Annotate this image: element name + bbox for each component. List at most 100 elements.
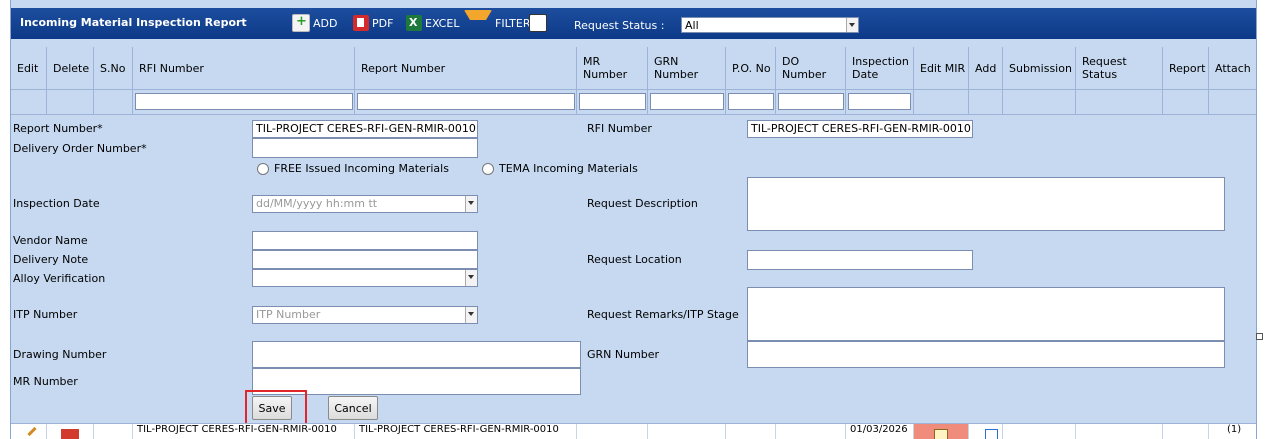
- sno-cell: [94, 424, 133, 439]
- grid-header: Edit Delete S.No RFI Number Report Numbe…: [11, 47, 1256, 90]
- alloy-verification-label: Alloy Verification: [13, 272, 106, 285]
- col-do-number[interactable]: DO Number: [776, 47, 846, 89]
- inspection-date-filter-input[interactable]: [848, 93, 911, 110]
- mr-number-label: MR Number: [13, 375, 78, 388]
- filter-cell: [355, 90, 577, 114]
- add-button[interactable]: ADD: [292, 13, 337, 33]
- filter-cell: [969, 90, 1003, 114]
- drawing-number-field[interactable]: [252, 341, 581, 368]
- itp-number-label: ITP Number: [13, 308, 78, 321]
- request-location-field[interactable]: [747, 250, 973, 270]
- do-number-filter-input[interactable]: [778, 93, 844, 110]
- col-po-no[interactable]: P.O. No: [726, 47, 776, 89]
- edit-mir-cell[interactable]: [914, 424, 969, 439]
- cancel-button[interactable]: Cancel: [328, 396, 378, 420]
- rfi-number-label: RFI Number: [587, 122, 652, 135]
- vendor-name-field[interactable]: [252, 231, 478, 250]
- inspection-report-panel: Incoming Material Inspection Report ADD …: [10, 0, 1257, 439]
- mr-number-filter-input[interactable]: [579, 93, 646, 110]
- request-description-label: Request Description: [587, 197, 698, 210]
- request-description-field[interactable]: [747, 177, 1225, 231]
- chevron-down-icon[interactable]: [465, 270, 477, 286]
- excel-icon: [406, 15, 422, 31]
- filter-cell: [1163, 90, 1209, 114]
- clipboard-icon[interactable]: [934, 429, 948, 439]
- attach-cell[interactable]: (1): [1209, 424, 1256, 439]
- radio-tema[interactable]: TEMA Incoming Materials: [482, 162, 638, 175]
- filter-icon: [464, 10, 492, 36]
- grn-number-label: GRN Number: [587, 348, 660, 361]
- filter-cell: [846, 90, 914, 114]
- submission-cell: [1003, 424, 1076, 439]
- filter-cell: [776, 90, 846, 114]
- pdf-button[interactable]: PDF: [353, 13, 393, 33]
- col-report-number[interactable]: Report Number: [355, 47, 577, 89]
- attach-count[interactable]: (1): [1227, 424, 1241, 435]
- itp-number-select[interactable]: ITP Number: [252, 306, 478, 324]
- grid-filter-row: [11, 90, 1256, 115]
- edit-icon-cell[interactable]: [11, 424, 47, 439]
- alloy-verification-select[interactable]: [252, 269, 478, 287]
- grn-number-field[interactable]: [747, 341, 1225, 368]
- po-no-filter-input[interactable]: [728, 93, 774, 110]
- request-remarks-field[interactable]: [747, 287, 1225, 341]
- inspection-date-picker[interactable]: dd/MM/yyyy hh:mm tt: [252, 195, 478, 213]
- chevron-down-icon[interactable]: [846, 18, 858, 32]
- add-icon[interactable]: [985, 429, 998, 439]
- col-sno[interactable]: S.No: [94, 47, 133, 89]
- filter-cell: [914, 90, 969, 114]
- filter-cell: [11, 90, 47, 114]
- report-cell: TIL-PROJECT CERES-RFI-GEN-RMIR-0010: [355, 424, 577, 439]
- po-cell: [726, 424, 776, 439]
- col-report[interactable]: Report: [1163, 47, 1209, 89]
- col-add[interactable]: Add: [969, 47, 1003, 89]
- filter-cell: [648, 90, 726, 114]
- filter-cell: [1076, 90, 1163, 114]
- delivery-note-field[interactable]: [252, 250, 478, 269]
- excel-button[interactable]: EXCEL: [406, 13, 459, 33]
- request-location-label: Request Location: [587, 253, 682, 266]
- col-inspection-date[interactable]: Inspection Date: [846, 47, 914, 89]
- grn-number-filter-input[interactable]: [650, 93, 724, 110]
- delivery-order-field[interactable]: [252, 138, 478, 158]
- col-submission[interactable]: Submission: [1003, 47, 1076, 89]
- delivery-note-label: Delivery Note: [13, 253, 89, 266]
- report-cell[interactable]: [1163, 424, 1209, 439]
- radio-button[interactable]: [257, 162, 269, 175]
- toolbar: Incoming Material Inspection Report ADD …: [11, 8, 1256, 39]
- col-attach[interactable]: Attach: [1209, 47, 1256, 89]
- radio-free-issued[interactable]: FREE Issued Incoming Materials: [257, 162, 449, 175]
- do-cell: [776, 424, 846, 439]
- report-number-field[interactable]: TIL-PROJECT CERES-RFI-GEN-RMIR-0010: [252, 120, 478, 138]
- chevron-down-icon[interactable]: [465, 307, 477, 323]
- pdf-icon: [353, 15, 369, 31]
- filter-cell: [726, 90, 776, 114]
- grn-cell: [648, 424, 726, 439]
- table-row: TIL-PROJECT CERES-RFI-GEN-RMIR-0010 TIL-…: [11, 423, 1256, 439]
- delete-icon[interactable]: [61, 429, 79, 439]
- radio-button[interactable]: [482, 162, 494, 175]
- chevron-down-icon[interactable]: [465, 196, 477, 212]
- report-number-filter-input[interactable]: [357, 93, 575, 110]
- filter-button[interactable]: FILTER: [464, 10, 531, 36]
- rfi-cell: TIL-PROJECT CERES-RFI-GEN-RMIR-0010: [133, 424, 355, 439]
- col-mr-number[interactable]: MR Number: [577, 47, 648, 89]
- rfi-number-field[interactable]: TIL-PROJECT CERES-RFI-GEN-RMIR-0010: [747, 120, 973, 138]
- col-grn-number[interactable]: GRN Number: [648, 47, 726, 89]
- col-delete[interactable]: Delete: [47, 47, 94, 89]
- request-status-select[interactable]: All: [681, 17, 859, 33]
- drawing-number-label: Drawing Number: [13, 348, 107, 361]
- add-cell[interactable]: [969, 424, 1003, 439]
- rfi-number-filter-input[interactable]: [135, 93, 353, 110]
- delete-icon-cell[interactable]: [47, 424, 94, 439]
- filter-cell: [1003, 90, 1076, 114]
- print-icon: [529, 14, 547, 32]
- resize-handle[interactable]: [1256, 333, 1263, 340]
- col-edit[interactable]: Edit: [11, 47, 47, 89]
- vendor-name-label: Vendor Name: [13, 234, 88, 247]
- col-rfi-number[interactable]: RFI Number: [133, 47, 355, 89]
- col-request-status[interactable]: Request Status: [1076, 47, 1163, 89]
- print-button[interactable]: [529, 13, 547, 33]
- pencil-icon[interactable]: [27, 426, 37, 437]
- col-edit-mir[interactable]: Edit MIR: [914, 47, 969, 89]
